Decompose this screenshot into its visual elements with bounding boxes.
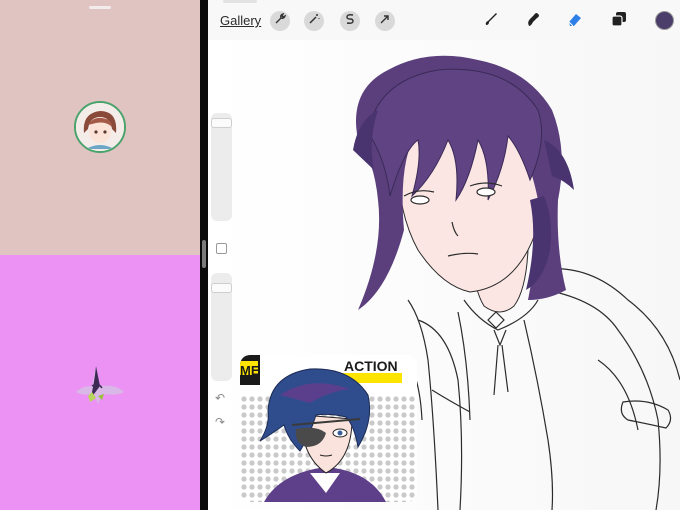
top-toolbar: Gallery	[208, 0, 680, 40]
opacity-slider[interactable]	[211, 273, 232, 381]
reference-label-left: ME	[240, 363, 260, 378]
split-view-left-pane	[0, 0, 200, 510]
reference-image-window[interactable]: ME ACTION	[240, 355, 417, 502]
status-notch	[223, 0, 257, 3]
eraser-icon	[566, 10, 584, 33]
gallery-button[interactable]: Gallery	[220, 13, 261, 28]
multitasking-grabber[interactable]	[89, 6, 111, 9]
brush-sidebar: ↶ ↷	[211, 113, 232, 433]
adjustments-button[interactable]	[304, 11, 324, 31]
layers-icon	[610, 10, 628, 33]
redo-button[interactable]: ↷	[215, 415, 225, 429]
transform-arrow-icon	[379, 12, 391, 30]
smudge-button[interactable]	[522, 10, 544, 32]
magic-wand-icon	[308, 12, 320, 30]
split-view-divider-handle[interactable]	[202, 240, 206, 268]
transform-button[interactable]	[375, 11, 395, 31]
brush-size-slider[interactable]	[211, 113, 232, 221]
reference-image: ME ACTION	[240, 355, 417, 502]
paint-brush-button[interactable]	[480, 10, 502, 32]
color-picker-button[interactable]	[655, 11, 674, 30]
undo-button[interactable]: ↶	[215, 391, 225, 405]
reference-label-right: ACTION	[344, 358, 398, 374]
eraser-button[interactable]	[564, 10, 586, 32]
opacity-knob[interactable]	[211, 283, 232, 293]
app-icon-sketch[interactable]	[72, 356, 128, 406]
selection-s-icon	[344, 12, 356, 30]
redo-arrow-icon: ↷	[215, 415, 226, 429]
avatar-badge-icon[interactable]	[74, 101, 126, 153]
brush-icon	[482, 10, 500, 33]
actions-button[interactable]	[270, 11, 290, 31]
wrench-icon	[274, 12, 287, 30]
undo-arrow-icon: ↶	[215, 391, 226, 405]
modify-button[interactable]	[216, 243, 227, 254]
brush-size-knob[interactable]	[211, 118, 232, 128]
layers-button[interactable]	[608, 10, 630, 32]
selection-button[interactable]	[340, 11, 360, 31]
smudge-icon	[524, 10, 542, 33]
